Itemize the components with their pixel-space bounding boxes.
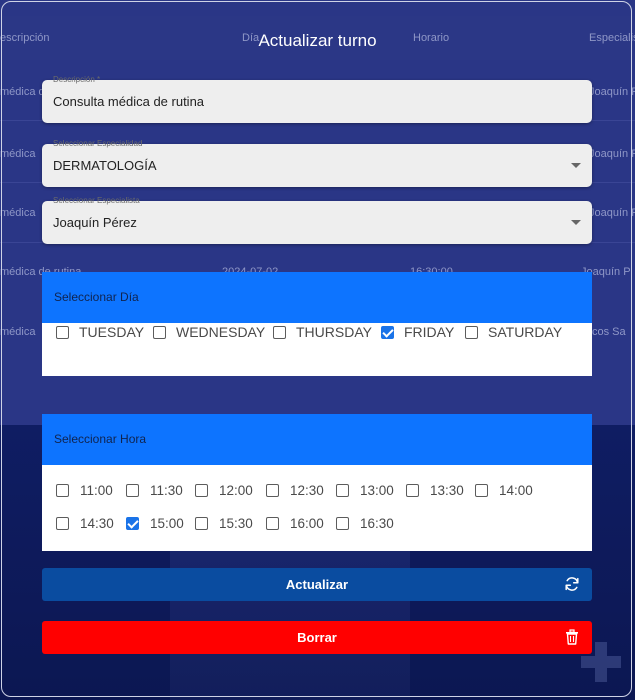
time-option-label: 11:30 [150, 482, 183, 498]
modal-title: Actualizar turno [258, 31, 377, 50]
checkbox-checked[interactable] [126, 516, 139, 530]
time-option-1630[interactable]: 16:30 [336, 514, 394, 532]
day-option-label: WEDNESDAY [176, 324, 266, 340]
day-options: TUESDAY WEDNESDAY THURSDAY FRIDAY SATURD… [42, 323, 592, 376]
description-label: Descripción * [53, 75, 101, 84]
checkbox[interactable] [336, 483, 349, 497]
day-option-thursday[interactable]: THURSDAY [273, 323, 372, 341]
checkbox[interactable] [56, 325, 69, 339]
time-option-1430[interactable]: 14:30 [56, 514, 114, 532]
checkbox[interactable] [336, 516, 349, 530]
description-value: Consulta médica de rutina [53, 94, 205, 109]
specialist-label: Seleccionar Especialista [53, 196, 140, 205]
update-button-label: Actualizar [285, 577, 349, 592]
day-selector-panel: Seleccionar Día TUESDAY WEDNESDAY THURSD… [42, 272, 592, 376]
day-selector-title: Seleccionar Día [42, 272, 592, 323]
time-option-1130[interactable]: 11:30 [126, 481, 183, 499]
checkbox[interactable] [56, 516, 69, 530]
specialty-value: DERMATOLOGÍA [53, 158, 157, 173]
checkbox[interactable] [153, 325, 166, 339]
checkbox-checked[interactable] [381, 325, 394, 339]
specialty-label: Seleccionar Especialidad [53, 139, 143, 148]
update-button[interactable]: Actualizar [42, 568, 592, 601]
checkbox[interactable] [195, 516, 208, 530]
checkbox[interactable] [56, 483, 69, 497]
time-option-label: 13:00 [360, 482, 394, 498]
checkbox[interactable] [406, 483, 419, 497]
time-option-1600[interactable]: 16:00 [266, 514, 324, 532]
specialist-select[interactable]: Seleccionar Especialista Joaquín Pérez [42, 196, 592, 244]
description-field[interactable]: Descripción * Consulta médica de rutina [42, 75, 592, 123]
day-option-friday[interactable]: FRIDAY [381, 323, 454, 341]
time-option-label: 16:00 [290, 515, 324, 531]
chevron-down-icon[interactable] [571, 163, 581, 168]
refresh-icon [565, 577, 579, 591]
time-option-label: 12:00 [219, 482, 253, 498]
time-option-1230[interactable]: 12:30 [266, 481, 324, 499]
time-options: 11:00 11:30 12:00 12:30 13:00 13:30 14:0… [42, 465, 592, 551]
checkbox[interactable] [195, 483, 208, 497]
time-option-label: 15:00 [150, 515, 184, 531]
time-option-label: 14:00 [499, 482, 533, 498]
time-option-label: 12:30 [290, 482, 324, 498]
trash-icon [566, 629, 578, 645]
time-option-1330[interactable]: 13:30 [406, 481, 464, 499]
day-option-tuesday[interactable]: TUESDAY [56, 323, 144, 341]
chevron-down-icon[interactable] [571, 220, 581, 225]
time-option-1200[interactable]: 12:00 [195, 481, 253, 499]
time-option-label: 13:30 [430, 482, 464, 498]
specialist-value: Joaquín Pérez [53, 215, 137, 230]
day-option-saturday[interactable]: SATURDAY [465, 323, 562, 341]
time-selector-title: Seleccionar Hora [42, 414, 592, 465]
time-option-label: 14:30 [80, 515, 114, 531]
time-option-1100[interactable]: 11:00 [56, 481, 113, 499]
checkbox[interactable] [475, 483, 488, 497]
time-option-1530[interactable]: 15:30 [195, 514, 253, 532]
checkbox[interactable] [273, 325, 286, 339]
time-option-label: 15:30 [219, 515, 253, 531]
checkbox[interactable] [465, 325, 478, 339]
delete-button[interactable]: Borrar [42, 621, 592, 654]
time-selector-panel: Seleccionar Hora 11:00 11:30 12:00 12:30… [42, 414, 592, 551]
day-option-label: FRIDAY [404, 324, 455, 340]
time-option-1400[interactable]: 14:00 [475, 481, 533, 499]
day-option-label: SATURDAY [488, 324, 563, 340]
checkbox[interactable] [126, 483, 139, 497]
time-option-1300[interactable]: 13:00 [336, 481, 394, 499]
checkbox[interactable] [266, 483, 279, 497]
time-option-1500[interactable]: 15:00 [126, 514, 184, 532]
time-option-label: 11:00 [80, 482, 113, 498]
delete-button-label: Borrar [297, 630, 337, 645]
time-option-label: 16:30 [360, 515, 394, 531]
specialty-select[interactable]: Seleccionar Especialidad DERMATOLOGÍA [42, 139, 592, 187]
day-option-wednesday[interactable]: WEDNESDAY [153, 323, 265, 341]
day-option-label: THURSDAY [296, 324, 372, 340]
day-option-label: TUESDAY [79, 324, 145, 340]
checkbox[interactable] [266, 516, 279, 530]
